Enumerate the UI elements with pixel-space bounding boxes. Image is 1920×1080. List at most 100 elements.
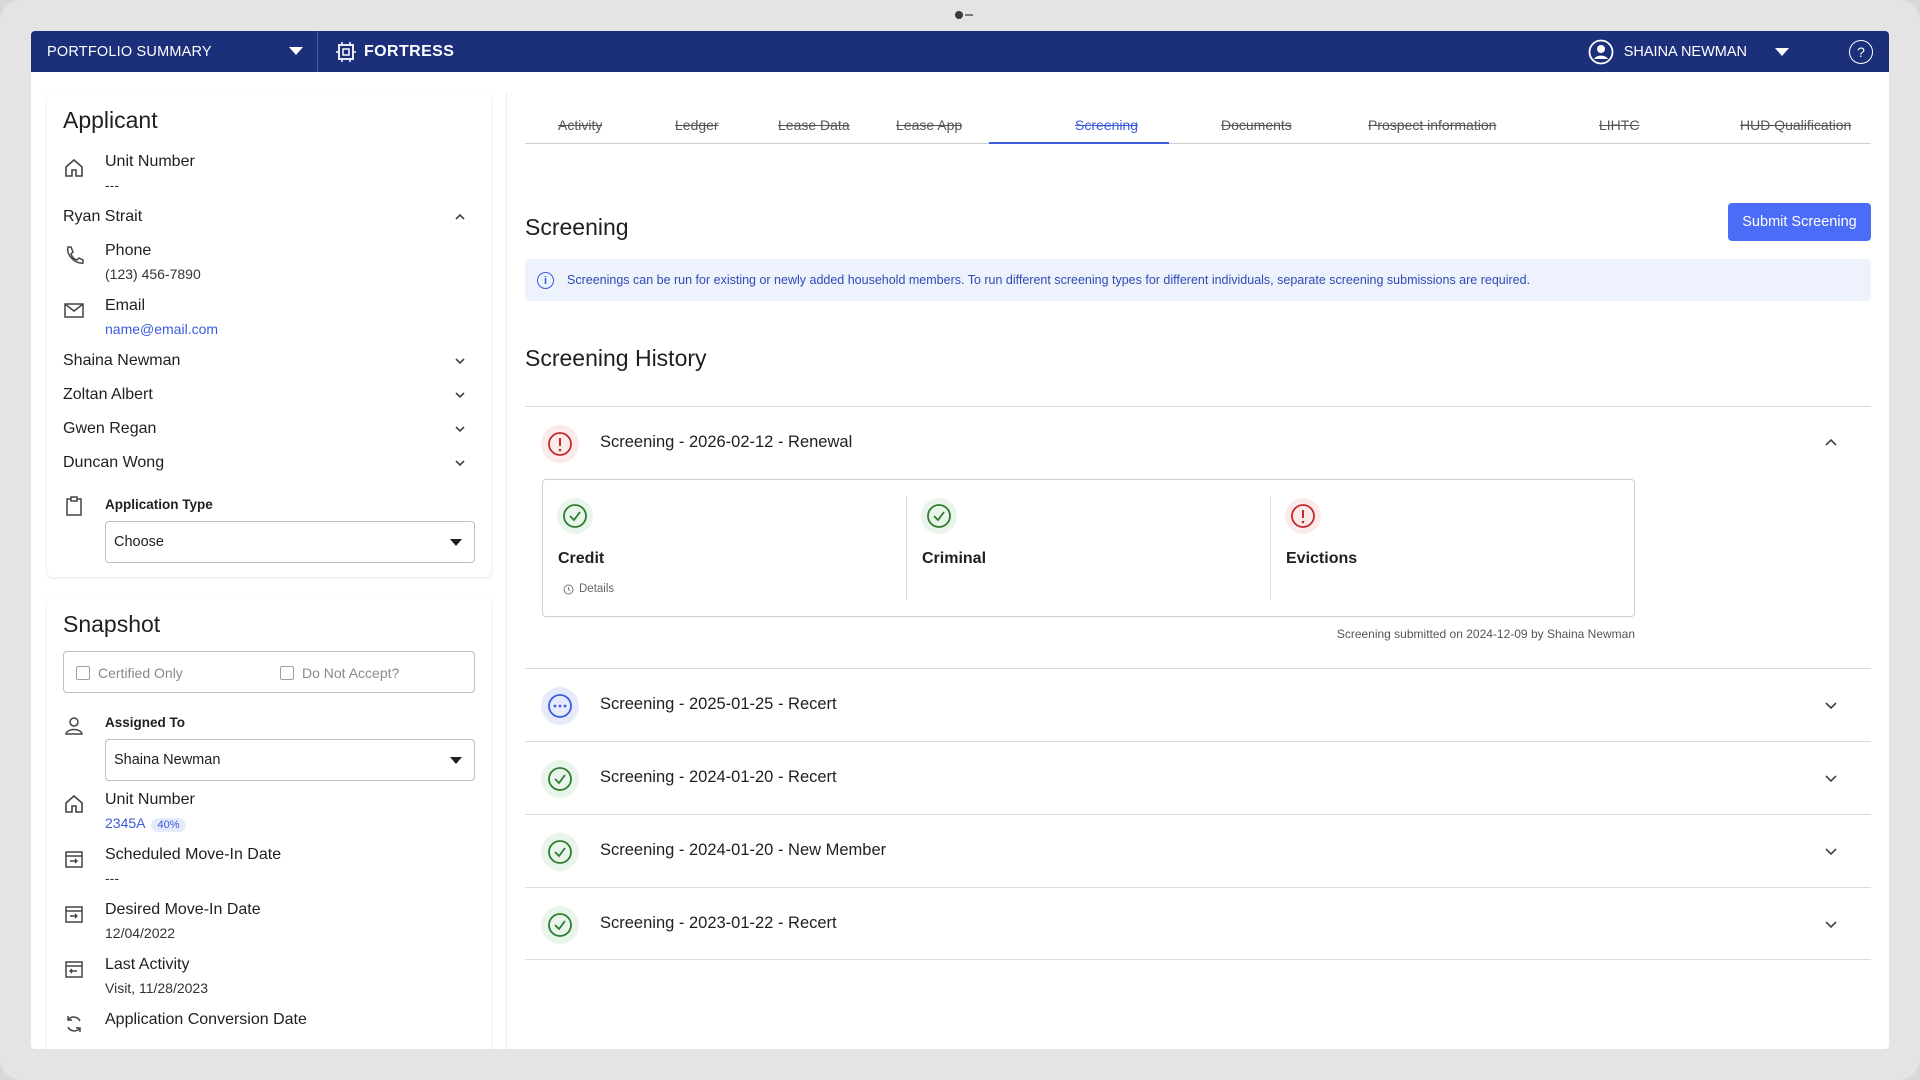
- assigned-to-select[interactable]: Shaina Newman: [105, 739, 475, 781]
- home-icon: [65, 158, 83, 177]
- person-row[interactable]: Duncan Wong: [63, 454, 475, 478]
- tab-activity[interactable]: Activity: [558, 117, 602, 133]
- applicant-card: Applicant Unit Number --- Ryan Strait Ph…: [47, 93, 491, 577]
- desired-move-in-row: Desired Move-In Date 12/04/2022: [63, 901, 475, 945]
- info-icon: i: [537, 272, 554, 289]
- conversion-date-row: Application Conversion Date: [63, 1011, 475, 1041]
- select-value: Shaina Newman: [114, 752, 221, 768]
- chevron-down-icon[interactable]: [1823, 770, 1839, 786]
- phone-label: Phone: [105, 242, 152, 259]
- caret-down-icon: [450, 757, 462, 764]
- help-glyph: ?: [1857, 44, 1865, 60]
- screening-name: Screening - 2024-01-20 - New Member: [600, 841, 887, 859]
- unit-number-value: 2345A 40%: [105, 815, 186, 832]
- details-link[interactable]: Details: [563, 583, 614, 595]
- user-avatar-icon: [1588, 39, 1614, 64]
- tab-lease-app[interactable]: Lease App: [896, 117, 962, 133]
- submitted-note: Screening submitted on 2024-12-09 by Sha…: [1336, 627, 1635, 641]
- main-content: Activity Ledger Lease Data Lease App Scr…: [525, 93, 1871, 1049]
- fortress-logo-icon: [336, 41, 356, 62]
- person-ryan-strait[interactable]: Ryan Strait: [63, 208, 475, 232]
- unit-link[interactable]: 2345A: [105, 815, 145, 831]
- application-type-row: Application Type Choose: [63, 493, 475, 565]
- calendar-check-icon: [65, 961, 83, 978]
- tab-prospect-information[interactable]: Prospect information: [1368, 117, 1496, 133]
- chevron-down-icon[interactable]: [453, 388, 467, 402]
- chevron-up-icon[interactable]: [453, 210, 467, 224]
- chevron-down-icon[interactable]: [453, 422, 467, 436]
- caret-down-icon: [450, 539, 462, 546]
- help-icon[interactable]: ?: [1849, 40, 1873, 64]
- tab-hud-qualification[interactable]: HUD Qualification: [1740, 117, 1851, 133]
- do-not-accept-checkbox[interactable]: Do Not Accept?: [280, 665, 399, 681]
- snapshot-title: Snapshot: [63, 611, 161, 637]
- chevron-down-icon[interactable]: [1823, 843, 1839, 859]
- email-row: Email name@email.com: [63, 297, 475, 341]
- chevron-down-icon[interactable]: [453, 456, 467, 470]
- detail-name: Evictions: [1286, 550, 1358, 567]
- applicant-title: Applicant: [63, 107, 158, 133]
- detail-criminal: Criminal: [907, 480, 1271, 616]
- application-type-label: Application Type: [105, 497, 213, 512]
- active-tab-indicator: [989, 142, 1169, 144]
- success-status-icon: [557, 498, 593, 534]
- tab-ledger[interactable]: Ledger: [675, 117, 719, 133]
- accordion-header[interactable]: Screening - 2024-01-20 - New Member: [525, 815, 1871, 887]
- assigned-to-label: Assigned To: [105, 715, 186, 730]
- detail-name: Criminal: [922, 550, 987, 567]
- assigned-to-row: Assigned To Shaina Newman: [63, 713, 475, 781]
- person-row[interactable]: Shaina Newman: [63, 352, 475, 376]
- accordion-header[interactable]: Screening - 2026-02-12 - Renewal: [525, 407, 1871, 479]
- phone-icon: [66, 246, 84, 264]
- checkbox-square: [76, 666, 90, 680]
- email-label: Email: [105, 297, 146, 314]
- submit-screening-button[interactable]: Submit Screening: [1728, 203, 1871, 241]
- portfolio-selector[interactable]: PORTFOLIO SUMMARY: [31, 31, 318, 72]
- info-text: Screenings can be run for existing or ne…: [567, 273, 1531, 287]
- tab-bar: Activity Ledger Lease Data Lease App Scr…: [525, 93, 1871, 144]
- accordion-header[interactable]: Screening - 2024-01-20 - Recert: [525, 742, 1871, 814]
- detail-evictions: Evictions: [1271, 480, 1635, 616]
- chevron-down-icon[interactable]: [1823, 916, 1839, 932]
- person-name: Gwen Regan: [63, 420, 157, 437]
- select-value: Choose: [114, 534, 164, 550]
- user-name: SHAINA NEWMAN: [1623, 43, 1747, 60]
- screening-accordion: Screening - 2023-01-22 - Recert: [525, 887, 1871, 960]
- detail-name: Credit: [558, 550, 605, 567]
- certified-only-checkbox[interactable]: Certified Only: [76, 665, 183, 681]
- person-row[interactable]: Zoltan Albert: [63, 386, 475, 410]
- panel-divider: [506, 93, 507, 1049]
- unit-percent-badge: 40%: [151, 818, 186, 832]
- tab-documents[interactable]: Documents: [1221, 117, 1292, 133]
- person-row[interactable]: Gwen Regan: [63, 420, 475, 444]
- detail-credit: Credit Details: [543, 480, 907, 616]
- scheduled-move-in-label: Scheduled Move-In Date: [105, 846, 282, 863]
- phone-value: (123) 456-7890: [105, 266, 201, 282]
- clipboard-icon: [66, 496, 82, 516]
- email-link[interactable]: name@email.com: [105, 321, 218, 337]
- tab-lease-data[interactable]: Lease Data: [778, 117, 850, 133]
- chevron-down-icon[interactable]: [453, 354, 467, 368]
- pending-status-icon: [541, 687, 579, 725]
- page-title: Screening: [525, 214, 629, 240]
- screening-accordion: Screening - 2024-01-20 - Recert: [525, 741, 1871, 814]
- accordion-header[interactable]: Screening - 2023-01-22 - Recert: [525, 888, 1871, 960]
- snapshot-card: Snapshot Certified Only Do Not Accept? A…: [47, 597, 491, 1049]
- person-name: Shaina Newman: [63, 352, 181, 369]
- desired-move-in-label: Desired Move-In Date: [105, 901, 261, 918]
- camera-icon: [955, 11, 963, 19]
- chevron-up-icon[interactable]: [1823, 435, 1839, 451]
- last-activity-value: Visit, 11/28/2023: [105, 980, 209, 996]
- portfolio-label: PORTFOLIO SUMMARY: [47, 43, 212, 60]
- application-type-select[interactable]: Choose: [105, 521, 475, 563]
- desired-move-in-value: 12/04/2022: [105, 925, 176, 941]
- chevron-down-icon[interactable]: [1823, 697, 1839, 713]
- user-menu[interactable]: SHAINA NEWMAN: [1588, 31, 1789, 72]
- person-icon: [65, 717, 83, 735]
- tab-lihtc[interactable]: LIHTC: [1599, 117, 1639, 133]
- brand-name: FORTRESS: [364, 42, 455, 60]
- brand-logo[interactable]: FORTRESS: [336, 31, 454, 72]
- person-name: Zoltan Albert: [63, 386, 153, 403]
- accordion-header[interactable]: Screening - 2025-01-25 - Recert: [525, 669, 1871, 741]
- tab-screening[interactable]: Screening: [1075, 117, 1138, 133]
